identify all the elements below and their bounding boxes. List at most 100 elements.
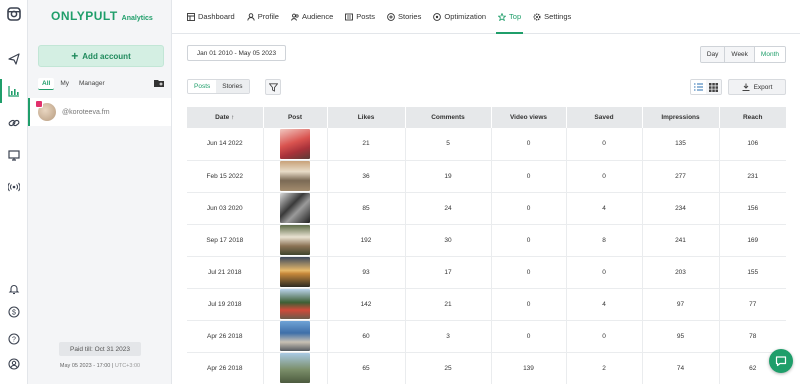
table-row: Jul 21 2018 93 17 0 0 203 155 — [187, 256, 786, 289]
cell-reach: 155 — [719, 256, 786, 289]
tab-settings[interactable]: Settings — [533, 0, 571, 34]
date-range-picker[interactable]: Jan 01 2010 - May 05 2023 — [187, 45, 286, 61]
post-thumbnail[interactable] — [280, 321, 310, 351]
icon-rail: $ ? — [0, 0, 28, 384]
column-comments[interactable]: Comments — [405, 107, 492, 128]
filter-all[interactable]: All — [38, 78, 55, 90]
period-week[interactable]: Week — [725, 47, 755, 62]
cell-post — [263, 352, 328, 384]
tab-label: Top — [509, 12, 522, 21]
cell-video-views: 0 — [491, 128, 567, 161]
top-nav: Dashboard Profile Audience Posts Stories… — [172, 0, 800, 34]
column-video-views[interactable]: Video views — [491, 107, 567, 128]
column-date[interactable]: Date ↑ — [187, 107, 264, 128]
post-thumbnail[interactable] — [280, 225, 310, 255]
add-account-button[interactable]: + Add account — [38, 45, 164, 67]
post-thumbnail[interactable] — [280, 128, 310, 159]
monitor-icon[interactable] — [6, 147, 22, 163]
account-filters: All My Manager — [38, 78, 109, 90]
link-icon[interactable] — [6, 115, 22, 131]
help-icon[interactable]: ? — [6, 331, 22, 347]
post-thumbnail[interactable] — [280, 289, 310, 319]
tab-stories[interactable]: Stories — [387, 0, 421, 34]
account-item[interactable]: @koroteeva.fm — [28, 98, 171, 126]
audience-icon — [291, 13, 299, 21]
instagram-icon[interactable] — [6, 6, 22, 22]
new-folder-icon[interactable] — [154, 79, 164, 87]
content-type-toggle: Posts Stories — [187, 79, 250, 94]
cell-impressions: 135 — [642, 128, 720, 161]
cell-likes: 192 — [327, 224, 406, 257]
table-row: Jun 03 2020 85 24 0 4 234 156 — [187, 192, 786, 225]
user-icon[interactable] — [6, 356, 22, 372]
list-view-icon[interactable] — [691, 80, 706, 94]
column-likes[interactable]: Likes — [327, 107, 406, 128]
cell-reach: 169 — [719, 224, 786, 257]
tab-profile[interactable]: Profile — [247, 0, 279, 34]
cell-saved: 4 — [566, 192, 643, 225]
dollar-icon[interactable]: $ — [6, 304, 22, 320]
cell-post — [263, 224, 328, 257]
cell-post — [263, 128, 328, 161]
tab-label: Profile — [257, 12, 279, 21]
period-month[interactable]: Month — [754, 47, 785, 62]
cell-saved: 0 — [566, 320, 643, 353]
cell-date: Jul 19 2018 — [187, 288, 264, 321]
post-thumbnail[interactable] — [280, 193, 310, 223]
grid-view-icon[interactable] — [706, 80, 721, 94]
tab-label: Dashboard — [198, 12, 235, 21]
cell-post — [263, 288, 328, 321]
cell-impressions: 203 — [642, 256, 720, 289]
cell-post — [263, 320, 328, 353]
post-thumbnail[interactable] — [280, 161, 310, 191]
cell-post — [263, 160, 328, 193]
filter-my[interactable]: My — [56, 78, 73, 90]
tab-label: Posts — [356, 12, 376, 21]
svg-text:?: ? — [12, 337, 16, 344]
cell-impressions: 234 — [642, 192, 720, 225]
cell-video-views: 0 — [491, 160, 567, 193]
table-row: Feb 15 2022 36 19 0 0 277 231 — [187, 160, 786, 193]
cell-impressions: 277 — [642, 160, 720, 193]
dashboard-icon — [187, 12, 195, 21]
segment-stories[interactable]: Stories — [216, 80, 249, 93]
analytics-icon[interactable] — [0, 79, 22, 103]
cell-comments: 5 — [405, 128, 492, 161]
profile-icon — [247, 12, 255, 21]
chat-button[interactable] — [769, 349, 793, 373]
broadcast-icon[interactable] — [6, 179, 22, 195]
account-sidebar: ONLYPULT Analytics + Add account All My … — [28, 0, 172, 384]
cell-date: Apr 26 2018 — [187, 320, 264, 353]
cell-date: Apr 26 2018 — [187, 352, 264, 384]
main-content: Jan 01 2010 - May 05 2023 Day Week Month… — [172, 34, 800, 384]
export-button[interactable]: Export — [728, 79, 786, 95]
post-thumbnail[interactable] — [280, 257, 310, 287]
column-saved[interactable]: Saved — [566, 107, 643, 128]
post-thumbnail[interactable] — [280, 353, 310, 383]
filter-manager[interactable]: Manager — [75, 78, 109, 90]
period-day[interactable]: Day — [700, 47, 726, 62]
tab-audience[interactable]: Audience — [291, 0, 333, 34]
avatar — [35, 100, 56, 121]
cell-likes: 60 — [327, 320, 406, 353]
period-selector: Day Week Month — [699, 46, 786, 63]
cell-date: Jun 03 2020 — [187, 192, 264, 225]
column-date-label: Date — [215, 114, 230, 121]
bell-icon[interactable] — [6, 281, 22, 297]
filter-icon[interactable] — [265, 79, 281, 95]
tab-posts[interactable]: Posts — [345, 0, 375, 34]
cell-likes: 21 — [327, 128, 406, 161]
settings-icon — [533, 13, 541, 20]
tab-dashboard[interactable]: Dashboard — [187, 0, 235, 34]
send-icon[interactable] — [6, 51, 22, 67]
tab-top[interactable]: Top — [496, 0, 524, 34]
column-post[interactable]: Post — [263, 107, 328, 128]
cell-date: Sep 17 2018 — [187, 224, 264, 257]
brand-name: ONLYPULT — [51, 9, 118, 23]
segment-posts[interactable]: Posts — [188, 80, 217, 93]
cell-likes: 85 — [327, 192, 406, 225]
tab-optimization[interactable]: Optimization — [433, 0, 486, 34]
column-reach[interactable]: Reach — [719, 107, 786, 128]
column-impressions[interactable]: Impressions — [642, 107, 720, 128]
plus-icon: + — [71, 49, 79, 63]
